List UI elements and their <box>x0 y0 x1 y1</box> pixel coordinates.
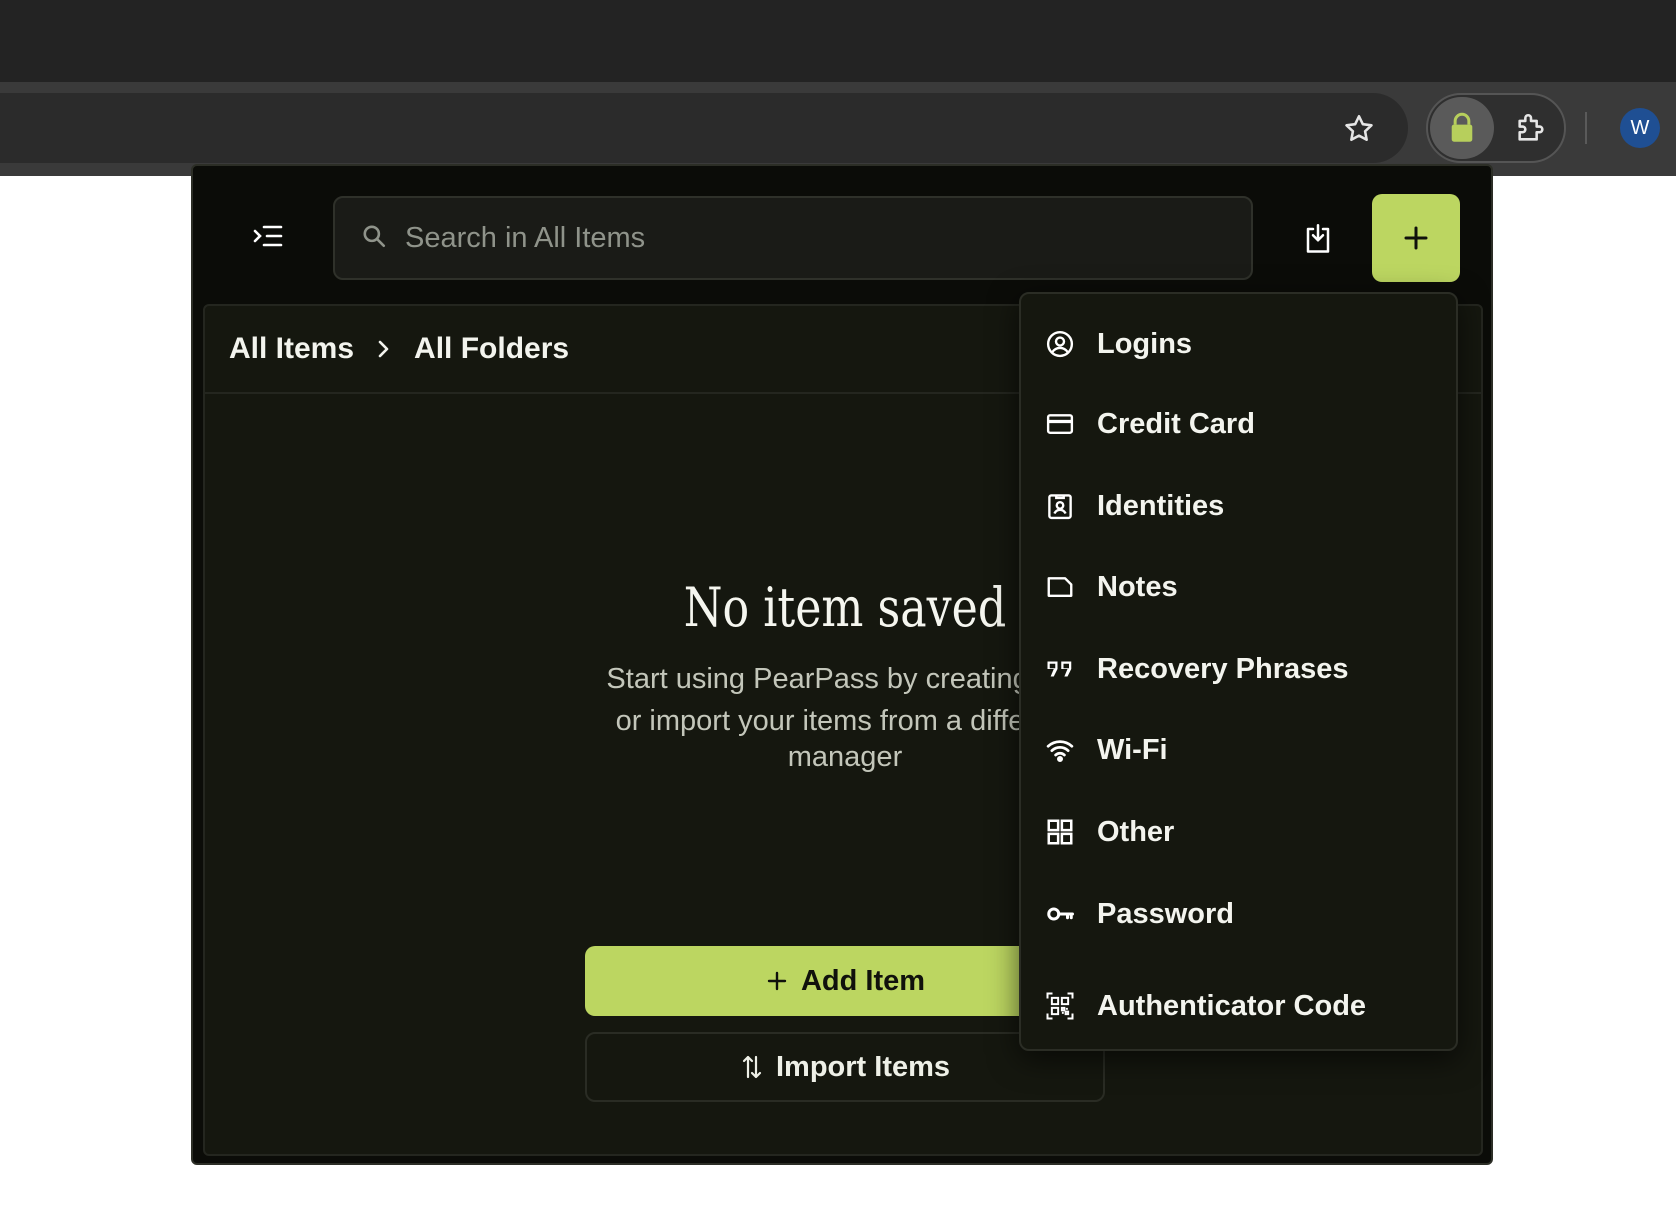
pearpass-extension-lock-icon[interactable] <box>1430 97 1494 159</box>
import-arrows-icon <box>740 1053 764 1081</box>
download-icon[interactable] <box>1293 214 1343 264</box>
create-item-button[interactable] <box>1372 194 1460 282</box>
search-icon <box>361 223 387 254</box>
menu-item-label: Credit Card <box>1097 407 1255 440</box>
menu-item-notes[interactable]: Notes <box>1021 557 1456 617</box>
menu-item-label: Identities <box>1097 489 1225 522</box>
qr-code-icon <box>1045 991 1075 1021</box>
plus-icon <box>1404 226 1428 250</box>
quote-icon <box>1045 654 1075 684</box>
menu-item-other[interactable]: Other <box>1021 802 1456 862</box>
extensions-group <box>1426 93 1566 163</box>
menu-item-identities[interactable]: Identities <box>1021 476 1456 536</box>
credit-card-icon <box>1045 409 1075 439</box>
menu-item-label: Logins <box>1097 327 1193 360</box>
menu-item-label: Authenticator Code <box>1097 989 1367 1022</box>
note-icon <box>1045 572 1075 602</box>
chevron-right-icon <box>376 337 392 361</box>
menu-item-authenticator-code[interactable]: Authenticator Code <box>1021 976 1456 1036</box>
menu-item-recovery-phrases[interactable]: Recovery Phrases <box>1021 639 1456 699</box>
id-badge-icon <box>1045 491 1075 521</box>
wifi-icon <box>1045 735 1075 765</box>
menu-item-credit-card[interactable]: Credit Card <box>1021 394 1456 454</box>
menu-item-label: Wi-Fi <box>1097 733 1168 766</box>
key-icon <box>1045 899 1075 929</box>
breadcrumb-all-folders[interactable]: All Folders <box>414 332 569 366</box>
bookmark-star-icon[interactable] <box>1338 108 1380 150</box>
menu-item-label: Password <box>1097 897 1234 930</box>
search-input[interactable] <box>405 221 1225 255</box>
toolbar-divider <box>1585 112 1587 144</box>
menu-item-label: Notes <box>1097 570 1178 603</box>
create-item-menu: Logins Credit Card Identities Notes Reco… <box>1019 292 1458 1051</box>
plus-icon <box>765 969 789 993</box>
menu-item-password[interactable]: Password <box>1021 884 1456 944</box>
search-bar[interactable] <box>333 196 1253 280</box>
profile-avatar[interactable]: W <box>1620 108 1660 148</box>
import-items-label: Import Items <box>775 1050 951 1083</box>
add-item-label: Add Item <box>800 964 926 997</box>
user-circle-icon <box>1045 329 1075 359</box>
menu-item-label: Other <box>1097 815 1175 848</box>
breadcrumb-all-items[interactable]: All Items <box>229 332 354 366</box>
sidebar-toggle-icon[interactable] <box>250 218 286 254</box>
menu-item-wifi[interactable]: Wi-Fi <box>1021 720 1456 780</box>
browser-tab-strip <box>0 0 1676 82</box>
extensions-puzzle-icon[interactable] <box>1510 107 1552 149</box>
menu-item-label: Recovery Phrases <box>1097 652 1349 685</box>
address-bar[interactable] <box>0 93 1408 163</box>
menu-item-logins[interactable]: Logins <box>1021 314 1456 374</box>
grid-icon <box>1045 817 1075 847</box>
